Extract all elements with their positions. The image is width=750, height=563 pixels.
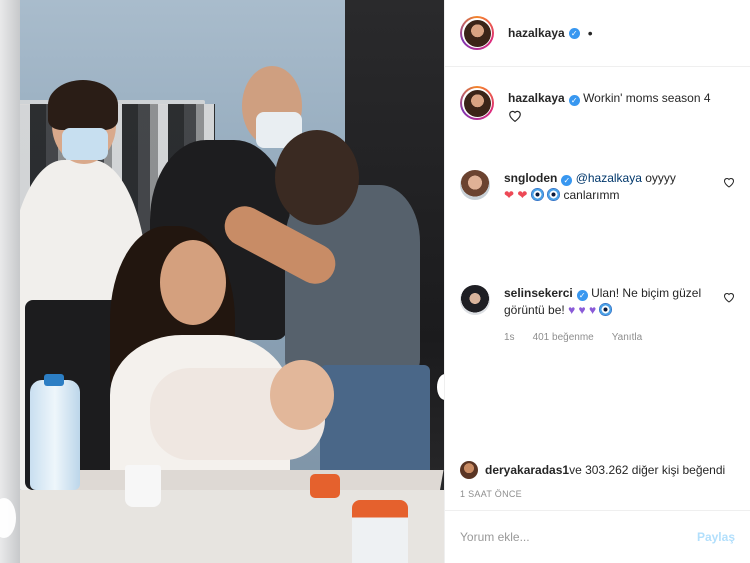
caption-username[interactable]: hazalkaya [508, 91, 565, 105]
photo-figure [48, 80, 118, 130]
nazar-amulet-icon [547, 188, 561, 201]
caption: hazalkaya ✓ Workin' moms season 4 [460, 86, 735, 127]
nazar-amulet-icon [530, 188, 544, 201]
water-bottle [30, 380, 80, 490]
reply-button[interactable]: Yanıtla [612, 329, 642, 346]
mirror-edge [0, 0, 20, 563]
photo-figure [270, 360, 334, 430]
comments-panel: hazalkaya ✓ • hazalkaya ✓ Workin' moms se… [444, 0, 750, 563]
avatar-ring-inner [462, 18, 492, 48]
jar [352, 500, 408, 563]
comment-time: 1s [504, 332, 515, 343]
comment-text: canlarımm [563, 188, 620, 202]
comment-text: oyyyy [641, 171, 676, 185]
liker-avatar[interactable] [460, 461, 478, 479]
author-avatar[interactable] [460, 16, 494, 50]
comment-item: sngloden ✓ @hazalkaya oyyyy ❤ ❤ canlarımm [460, 170, 735, 204]
comment-meta: 1s 401 beğenme Yanıtla [504, 329, 735, 346]
comment-body: sngloden ✓ @hazalkaya oyyyy ❤ ❤ canlarımm [504, 170, 735, 204]
purple-heart-icon: ♥ [589, 303, 597, 317]
avatar-ring-inner [462, 88, 492, 118]
comment-like-icon[interactable] [723, 291, 735, 303]
water-bottle-cap [44, 374, 64, 386]
red-heart-icon: ❤ [517, 188, 528, 202]
commenter-avatar[interactable] [460, 285, 490, 315]
photo-figure [275, 130, 359, 225]
verified-icon: ✓ [561, 175, 573, 186]
likes-text[interactable]: ve 303.262 diğer kişi beğendi [569, 463, 725, 477]
caption-body: hazalkaya ✓ Workin' moms season 4 [508, 90, 735, 127]
jar [310, 474, 340, 498]
photo-figure [320, 365, 430, 485]
comment-mention[interactable]: @hazalkaya [576, 171, 642, 185]
post-time: 1 SAAT ÖNCE [460, 489, 522, 499]
author-username[interactable]: hazalkaya [508, 26, 565, 40]
post-photo[interactable] [0, 0, 444, 563]
post-comment-button[interactable]: Paylaş [697, 530, 735, 544]
cup [125, 465, 161, 507]
verified-icon: ✓ [568, 27, 580, 39]
likes-summary: deryakaradas1 ve 303.262 diğer kişi beğe… [460, 461, 725, 479]
caption-avatar[interactable] [460, 86, 494, 120]
photo-figure [160, 240, 226, 325]
comment-username[interactable]: selinsekerci [504, 286, 573, 300]
comment-like-icon[interactable] [723, 176, 735, 188]
comment-likes-count[interactable]: 401 beğenme [533, 329, 594, 346]
purple-heart-icon: ♥ [578, 303, 586, 317]
avatar-image [463, 89, 491, 117]
purple-heart-icon: ♥ [568, 303, 576, 317]
comment-item: selinsekerci ✓ Ulan! Ne biçim güzel görün… [460, 285, 735, 346]
add-comment-bar: Paylaş [445, 510, 750, 563]
instagram-post: hazalkaya ✓ • hazalkaya ✓ Workin' moms se… [0, 0, 750, 563]
face-mask [62, 128, 108, 160]
post-header: hazalkaya ✓ • [445, 0, 750, 67]
caption-text: Workin' moms season 4 [583, 91, 711, 105]
red-heart-icon: ❤ [504, 188, 515, 202]
header-separator: • [587, 25, 593, 41]
nazar-amulet-icon [599, 303, 613, 316]
comment-body: selinsekerci ✓ Ulan! Ne biçim güzel görün… [504, 285, 735, 346]
liker-username[interactable]: deryakaradas1 [485, 463, 569, 477]
verified-icon: ✓ [568, 95, 580, 106]
verified-icon: ✓ [576, 290, 588, 301]
avatar-image [463, 19, 491, 47]
caption-like-icon[interactable] [508, 109, 735, 127]
comment-username[interactable]: sngloden [504, 171, 557, 185]
comment-input[interactable] [460, 530, 697, 544]
commenter-avatar[interactable] [460, 170, 490, 200]
